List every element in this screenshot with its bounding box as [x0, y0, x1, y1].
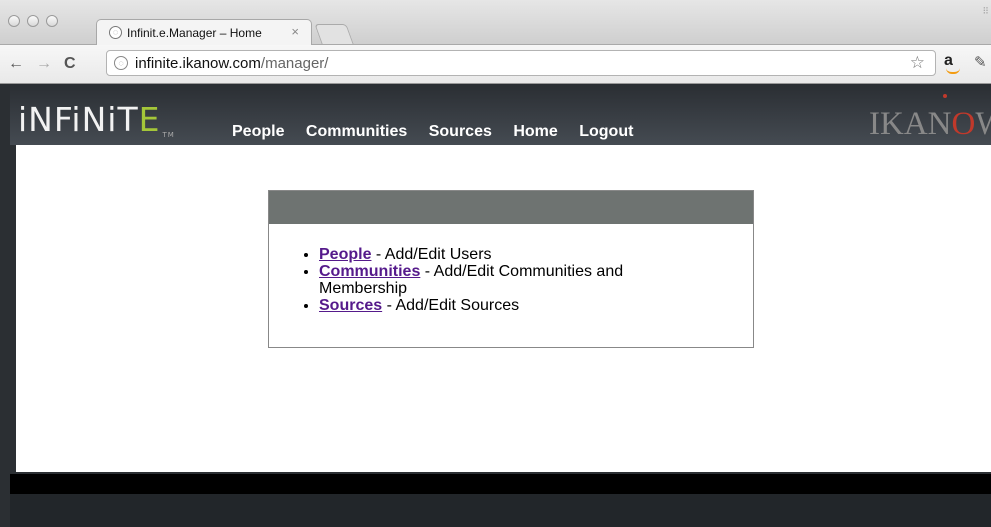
- forward-button[interactable]: →: [36, 55, 52, 73]
- globe-icon: ◌: [114, 56, 128, 70]
- infinite-logo: iNFiNiTE TM: [18, 100, 175, 139]
- window-resize-icon: ⠿: [982, 6, 989, 16]
- main-content: People - Add/Edit Users Communities - Ad…: [10, 145, 991, 472]
- address-bar[interactable]: ◌ infinite.ikanow.com/manager/ ☆: [106, 50, 936, 76]
- list-item: People - Add/Edit Users: [319, 246, 689, 263]
- new-tab-button[interactable]: [314, 24, 354, 44]
- minimize-window-button[interactable]: [27, 15, 39, 27]
- tab-title: Infinit.e.Manager – Home: [127, 26, 262, 40]
- nav-home[interactable]: Home: [513, 123, 557, 140]
- sources-link[interactable]: Sources: [319, 297, 382, 314]
- people-description: - Add/Edit Users: [371, 246, 492, 263]
- url-text[interactable]: infinite.ikanow.com/manager/: [135, 55, 328, 72]
- menu-list: People - Add/Edit Users Communities - Ad…: [269, 246, 689, 314]
- nav-people[interactable]: People: [232, 123, 284, 140]
- tab-close-icon[interactable]: ×: [291, 24, 299, 39]
- nav-sources[interactable]: Sources: [429, 123, 492, 140]
- nav-communities[interactable]: Communities: [306, 123, 407, 140]
- people-link[interactable]: People: [319, 246, 371, 263]
- list-item: Sources - Add/Edit Sources: [319, 297, 689, 314]
- footer-bar: [10, 474, 991, 494]
- zoom-window-button[interactable]: [46, 15, 58, 27]
- panel-header: [269, 191, 753, 224]
- ikanow-logo: IKANOW: [869, 106, 991, 142]
- browser-tab-strip: ◌ Infinit.e.Manager – Home × ⠿: [0, 0, 991, 45]
- web-page: iNFiNiTE TM People Communities Sources Ho…: [10, 84, 991, 527]
- menu-panel: People - Add/Edit Users Communities - Ad…: [268, 190, 754, 348]
- logo-bulb-icon: [943, 94, 947, 98]
- bookmark-star-icon[interactable]: ☆: [910, 53, 925, 73]
- close-window-button[interactable]: [8, 15, 20, 27]
- site-header: iNFiNiTE TM People Communities Sources Ho…: [10, 84, 991, 145]
- browser-toolbar: ← → C ◌ infinite.ikanow.com/manager/ ☆: [0, 45, 991, 84]
- globe-icon: ◌: [109, 26, 122, 39]
- footer: [10, 494, 991, 527]
- nav-logout[interactable]: Logout: [579, 123, 633, 140]
- sources-description: - Add/Edit Sources: [382, 297, 520, 314]
- amazon-extension-icon[interactable]: a: [944, 52, 964, 74]
- list-item: Communities - Add/Edit Communities and M…: [319, 263, 689, 297]
- communities-link[interactable]: Communities: [319, 263, 420, 280]
- reload-button[interactable]: C: [64, 55, 76, 73]
- main-nav: People Communities Sources Home Logout: [232, 123, 650, 141]
- back-button[interactable]: ←: [8, 55, 24, 73]
- wrench-icon[interactable]: ✎: [974, 53, 987, 71]
- browser-tab[interactable]: ◌ Infinit.e.Manager – Home ×: [96, 19, 312, 45]
